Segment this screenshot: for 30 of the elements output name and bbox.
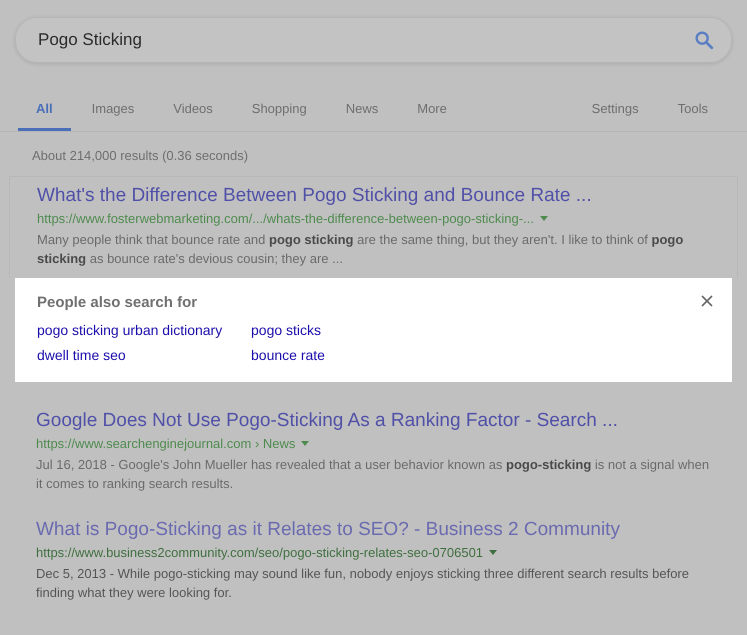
result-snippet: Dec 5, 2013 - While pogo-sticking may sound like fun, nobody enjoys sticking three different search results before finding what they were looking for. <box>36 565 690 602</box>
tab[interactable]: More <box>399 101 465 131</box>
close-icon[interactable] <box>700 294 714 308</box>
result-title-link[interactable]: Google Does Not Use Pogo-Sticking As a Ranking Factor - Search ... <box>36 410 711 432</box>
tool-link[interactable]: Tools <box>660 101 726 131</box>
result-snippet: Many people think that bounce rate and pogo sticking are the same thing, but they aren't. I like to think of pogo sticking as bounce rate's devious cousin; they are ... <box>37 231 684 268</box>
caret-icon[interactable] <box>489 550 498 555</box>
related-search-link[interactable]: pogo sticking urban dictionary <box>37 322 222 338</box>
caret-icon[interactable] <box>301 441 310 446</box>
related-search-link[interactable]: dwell time seo <box>37 347 126 363</box>
related-heading: People also search for <box>37 294 198 311</box>
result-title-link[interactable]: What is Pogo-Sticking as it Relates to SEO? - Business 2 Community <box>36 519 711 541</box>
tab[interactable]: Images <box>74 101 152 131</box>
result-url: https://www.business2community.com/seo/pogo-sticking-relates-seo-0706501 <box>36 545 484 560</box>
related-search-link[interactable]: pogo sticks <box>251 322 322 338</box>
result-url: https://www.fosterwebmarketing.com/.../whats-the-difference-between-pogo-sticking-... <box>37 211 534 226</box>
search-bar[interactable]: Pogo Sticking <box>15 17 732 63</box>
result-title-link[interactable]: What's the Difference Between Pogo Sticking and Bounce Rate ... <box>37 185 710 207</box>
tool-link[interactable]: Settings <box>574 101 657 131</box>
result-stats: About 214,000 results (0.36 seconds) <box>32 148 250 163</box>
caret-icon[interactable] <box>540 216 548 221</box>
result-url: https://www.searchenginejournal.com › News <box>36 436 296 451</box>
related-search-link[interactable]: bounce rate <box>251 347 325 363</box>
tab[interactable]: Shopping <box>234 101 325 131</box>
result-snippet: Jul 16, 2018 - Google's John Mueller has revealed that a user behavior known as pogo-sticking is not a signal when it comes to ranking search results. <box>36 456 710 493</box>
search-field[interactable]: Pogo Sticking <box>38 30 693 50</box>
tab[interactable]: All <box>18 101 71 131</box>
tab[interactable]: Videos <box>155 101 231 131</box>
tab[interactable]: News <box>328 101 396 131</box>
search-icon[interactable] <box>693 29 715 51</box>
